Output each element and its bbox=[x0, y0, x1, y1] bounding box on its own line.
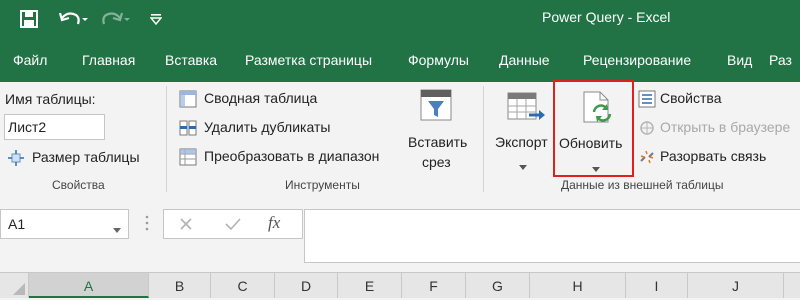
tab-page-layout[interactable]: Разметка страницы bbox=[245, 52, 372, 68]
remove-duplicates-label: Удалить дубликаты bbox=[204, 119, 331, 135]
export-icon bbox=[507, 92, 547, 129]
remove-duplicates-button[interactable]: Удалить дубликаты bbox=[179, 118, 349, 138]
column-header-e[interactable]: E bbox=[338, 273, 402, 298]
column-header-g[interactable]: G bbox=[466, 273, 530, 298]
group-label-properties: Свойства bbox=[52, 178, 105, 192]
slicer-label-line1: Вставить bbox=[408, 134, 468, 150]
column-header-h[interactable]: H bbox=[530, 273, 626, 298]
tab-review[interactable]: Рецензирование bbox=[583, 52, 691, 68]
column-header-i[interactable]: I bbox=[626, 273, 688, 298]
table-properties-button[interactable]: Свойства bbox=[638, 89, 798, 109]
redo-icon bbox=[100, 9, 130, 32]
tab-data[interactable]: Данные bbox=[499, 52, 550, 68]
refresh-icon bbox=[580, 90, 616, 129]
remove-duplicates-icon bbox=[179, 119, 197, 140]
save-icon[interactable] bbox=[20, 10, 38, 31]
pivot-table-button[interactable]: Сводная таблица bbox=[179, 89, 349, 109]
tab-home[interactable]: Главная bbox=[82, 52, 135, 68]
formula-buttons-area: fx bbox=[163, 209, 303, 239]
tab-file[interactable]: Файл bbox=[13, 52, 47, 68]
slicer-label-line2: срез bbox=[422, 154, 451, 170]
name-box[interactable]: A1 bbox=[0, 209, 129, 239]
open-in-browser-button: Открыть в браузере bbox=[638, 118, 800, 138]
window-title: Power Query - Excel bbox=[542, 9, 671, 25]
group-separator bbox=[166, 86, 167, 192]
refresh-button[interactable]: Обновить bbox=[553, 80, 634, 177]
formula-bar-handle-icon[interactable] bbox=[145, 215, 149, 231]
undo-icon[interactable] bbox=[58, 9, 88, 32]
insert-function-icon[interactable]: fx bbox=[268, 213, 280, 233]
title-bar: Power Query - Excel bbox=[0, 0, 800, 38]
table-name-input[interactable]: Лист2 bbox=[4, 114, 105, 140]
formula-input[interactable] bbox=[304, 209, 800, 263]
tab-insert[interactable]: Вставка bbox=[165, 52, 217, 68]
unlink-button[interactable]: Разорвать связь bbox=[638, 147, 798, 167]
column-header-c[interactable]: C bbox=[211, 273, 275, 298]
table-name-label: Имя таблицы: bbox=[5, 91, 96, 107]
insert-slicer-button[interactable]: Вставить срез bbox=[405, 88, 475, 174]
export-button[interactable]: Экспорт bbox=[493, 88, 553, 174]
pivot-table-label: Сводная таблица bbox=[204, 90, 318, 106]
open-in-browser-icon bbox=[638, 119, 656, 138]
column-header-b[interactable]: B bbox=[149, 273, 211, 298]
unlink-label: Разорвать связь bbox=[660, 148, 767, 164]
unlink-icon bbox=[638, 148, 656, 169]
slicer-icon bbox=[419, 88, 453, 125]
table-name-value: Лист2 bbox=[8, 119, 47, 135]
refresh-label: Обновить bbox=[559, 135, 623, 151]
resize-table-button[interactable]: Размер таблицы bbox=[7, 148, 157, 168]
export-label: Экспорт bbox=[495, 134, 548, 150]
ribbon-tabs: Файл Главная Вставка Разметка страницы Ф… bbox=[0, 38, 800, 82]
group-separator bbox=[483, 86, 484, 192]
enter-icon[interactable] bbox=[224, 216, 242, 235]
refresh-dropdown-icon bbox=[592, 160, 600, 176]
properties-icon bbox=[638, 90, 656, 111]
resize-table-label: Размер таблицы bbox=[32, 149, 140, 165]
name-box-value: A1 bbox=[8, 216, 26, 232]
group-label-tools: Инструменты bbox=[285, 178, 360, 192]
open-in-browser-label: Открыть в браузере bbox=[660, 119, 791, 135]
select-all-corner[interactable] bbox=[0, 273, 29, 298]
name-box-dropdown-icon[interactable] bbox=[113, 221, 121, 237]
cancel-icon[interactable] bbox=[178, 216, 194, 235]
pivot-table-icon bbox=[179, 90, 197, 111]
convert-to-range-label: Преобразовать в диапазон bbox=[204, 148, 380, 164]
column-header-a[interactable]: A bbox=[29, 273, 149, 298]
group-label-external-data: Данные из внешней таблицы bbox=[561, 178, 724, 192]
column-headers: A B C D E F G H I J bbox=[0, 272, 800, 298]
column-header-j[interactable]: J bbox=[688, 273, 784, 298]
convert-to-range-icon bbox=[179, 148, 197, 169]
table-properties-label: Свойства bbox=[660, 90, 722, 106]
column-header-f[interactable]: F bbox=[402, 273, 466, 298]
column-header-d[interactable]: D bbox=[275, 273, 338, 298]
tab-formulas[interactable]: Формулы bbox=[408, 52, 469, 68]
convert-to-range-button[interactable]: Преобразовать в диапазон bbox=[179, 147, 399, 167]
tab-view[interactable]: Вид bbox=[727, 52, 752, 68]
customize-toolbar-icon[interactable] bbox=[149, 13, 163, 29]
tab-developer[interactable]: Раз bbox=[769, 52, 792, 68]
resize-table-icon bbox=[7, 149, 25, 170]
export-dropdown-icon bbox=[519, 158, 527, 174]
